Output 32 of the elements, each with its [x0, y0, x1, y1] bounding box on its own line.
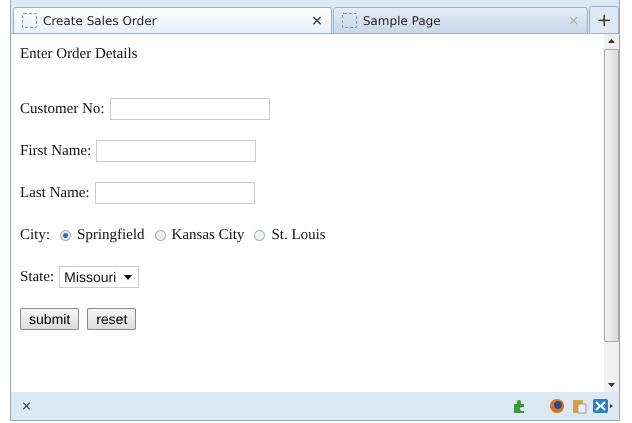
form-button[interactable]: reset — [87, 308, 136, 330]
new-tab-button[interactable]: + — [589, 6, 619, 33]
caret-icon — [124, 274, 132, 280]
scroll-thumb[interactable] — [604, 49, 619, 342]
radio-button[interactable] — [154, 230, 166, 240]
field-label: Last Name: — [20, 184, 90, 202]
page-heading: Enter Order Details — [20, 46, 138, 63]
field-label: Customer No: — [20, 100, 105, 118]
input-field[interactable] — [96, 140, 256, 162]
radio-label: Kansas City — [172, 226, 244, 244]
scrollbar[interactable] — [604, 34, 619, 392]
state-dropdown[interactable]: Missouri — [59, 266, 140, 288]
radio-button[interactable] — [60, 230, 72, 240]
close-button[interactable]: × — [21, 398, 32, 414]
radio-label: Springfield — [77, 226, 145, 244]
field-label: First Name: — [20, 142, 92, 160]
scroll-down-icon[interactable] — [608, 383, 615, 387]
form-button[interactable]: submit — [20, 308, 80, 330]
radio-label: St. Louis — [271, 226, 326, 244]
field-label: State: — [20, 268, 54, 286]
browser-tab[interactable]: Create Sales Order × — [13, 7, 332, 33]
page-icon — [342, 13, 357, 28]
close-tab-button[interactable]: × — [311, 12, 323, 28]
input-field[interactable] — [110, 98, 270, 120]
scroll-up-icon[interactable] — [608, 39, 615, 43]
radio-button[interactable] — [254, 230, 266, 240]
field-label: City: — [20, 226, 50, 244]
page-icon — [22, 13, 37, 28]
puzzle-icon[interactable] — [511, 398, 527, 414]
browser-tab[interactable]: Sample Page × — [332, 7, 588, 33]
input-field[interactable] — [94, 182, 255, 204]
clipboard-icon[interactable] — [571, 398, 587, 414]
